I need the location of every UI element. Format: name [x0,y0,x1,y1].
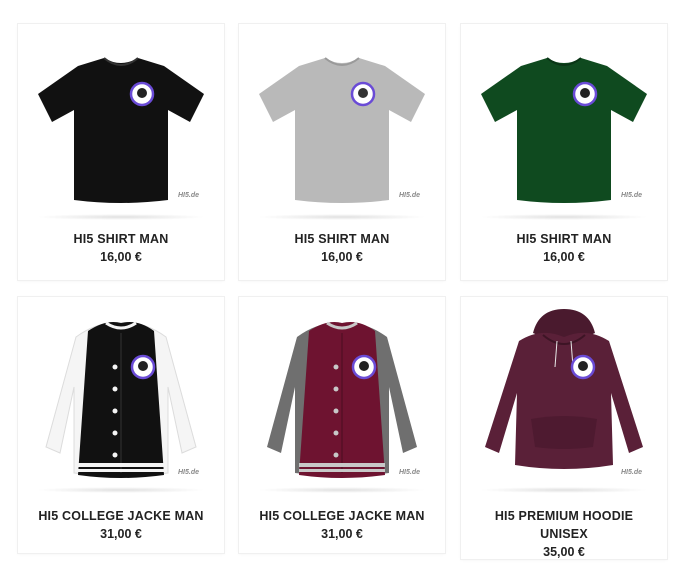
product-image[interactable]: HI5.de [18,24,224,224]
watermark: HI5.de [399,469,421,476]
watermark: HI5.de [621,192,643,199]
product-title[interactable]: HI5 COLLEGE JACKE MAN [18,507,224,525]
product-title-line-1[interactable]: HI5 PREMIUM HOODIE [484,507,644,525]
product-price: 16,00 € [543,250,585,264]
product-title[interactable]: HI5 SHIRT MAN [239,230,445,248]
product-title[interactable]: HI5 COLLEGE JACKE MAN [239,507,445,525]
watermark: HI5.de [621,469,643,476]
watermark: HI5.de [178,469,200,476]
product-card[interactable]: HI5.de HI5 COLLEGE JACKE MAN 31,00 € [239,297,445,553]
product-title[interactable]: HI5 SHIRT MAN [461,230,667,248]
product-image[interactable]: HI5.de [461,297,667,497]
product-price: 31,00 € [100,527,142,541]
product-price: 16,00 € [321,250,363,264]
product-card[interactable]: HI5.de HI5 SHIRT MAN 16,00 € [18,24,224,280]
product-title-line-2[interactable]: UNISEX [461,525,667,543]
product-image[interactable]: HI5.de [461,24,667,224]
product-card[interactable]: HI5.de HI5 COLLEGE JACKE MAN 31,00 € [18,297,224,553]
product-card[interactable]: HI5.de HI5 PREMIUM HOODIE UNISEX 35,00 € [461,297,667,559]
watermark: HI5.de [399,192,421,199]
watermark: HI5.de [178,192,200,199]
product-card[interactable]: HI5.de HI5 SHIRT MAN 16,00 € [461,24,667,280]
product-grid: HI5.de HI5 SHIRT MAN 16,00 € HI5.de HI5 … [0,0,678,575]
product-image[interactable]: HI5.de [18,297,224,497]
product-price: 31,00 € [321,527,363,541]
product-image[interactable]: HI5.de [239,24,445,224]
product-price: 16,00 € [100,250,142,264]
product-title[interactable]: HI5 SHIRT MAN [18,230,224,248]
product-price: 35,00 € [543,545,585,559]
product-card[interactable]: HI5.de HI5 SHIRT MAN 16,00 € [239,24,445,280]
product-image[interactable]: HI5.de [239,297,445,497]
